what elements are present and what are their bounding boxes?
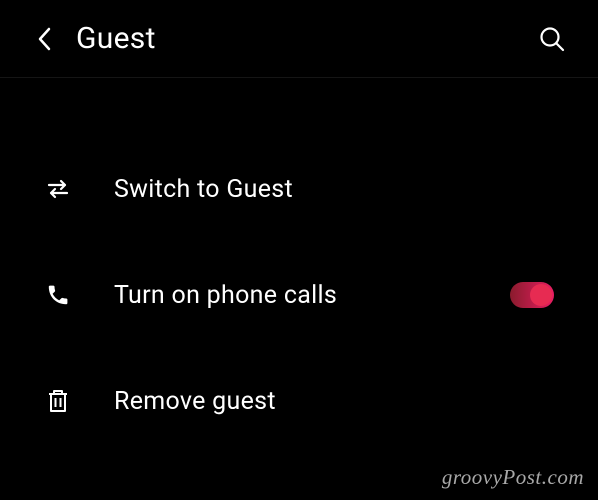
header: Guest [0,0,598,78]
chevron-left-icon [37,27,51,51]
remove-guest-row[interactable]: Remove guest [0,348,598,454]
search-button[interactable] [534,21,570,57]
switch-to-guest-label: Switch to Guest [114,175,293,204]
watermark: groovyPost.com [442,465,584,490]
phone-calls-row[interactable]: Turn on phone calls [0,242,598,348]
page-title: Guest [76,21,156,56]
swap-icon [44,179,72,199]
switch-to-guest-row[interactable]: Switch to Guest [0,136,598,242]
phone-calls-toggle[interactable] [510,282,554,308]
phone-icon [44,283,72,307]
back-button[interactable] [28,23,60,55]
remove-guest-label: Remove guest [114,387,276,416]
phone-calls-label: Turn on phone calls [114,281,337,310]
trash-icon [44,388,72,414]
settings-list: Switch to Guest Turn on phone calls Remo… [0,78,598,454]
search-icon [539,26,565,52]
